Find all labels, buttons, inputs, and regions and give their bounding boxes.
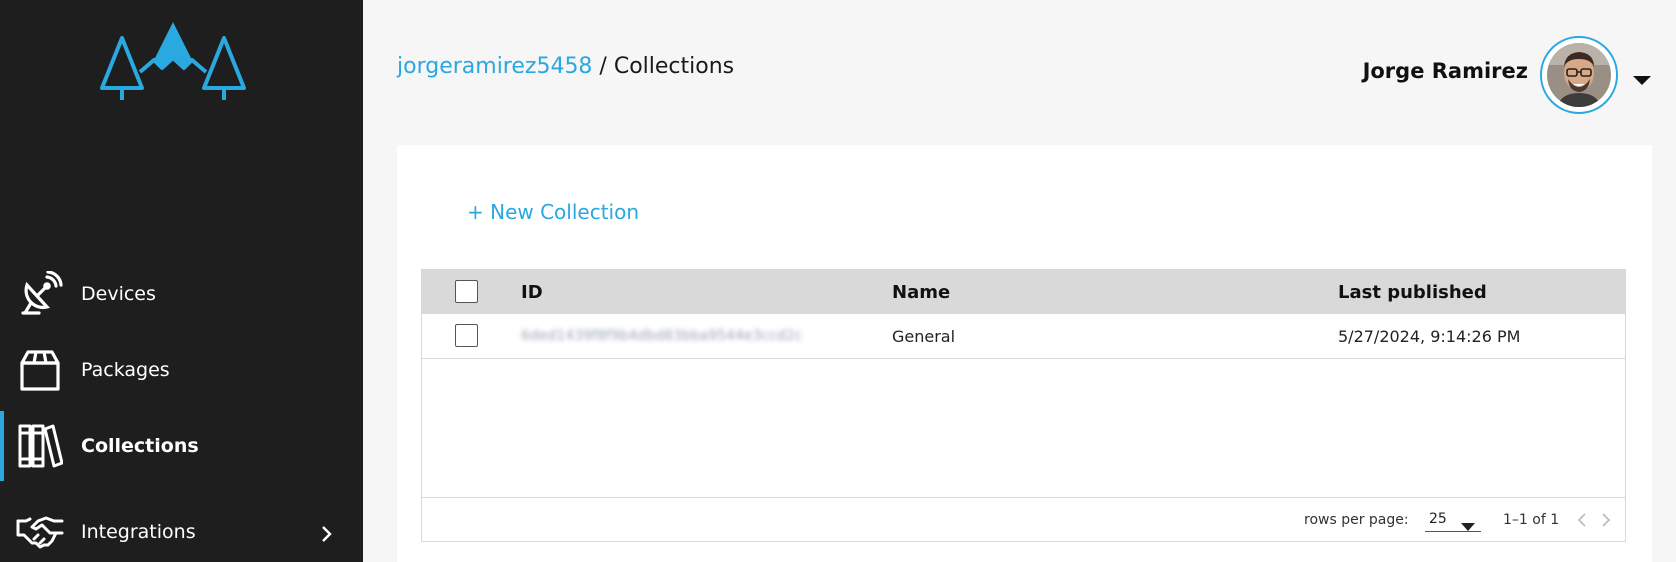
avatar-image — [1547, 43, 1611, 107]
box-icon — [16, 346, 64, 394]
column-header-id[interactable]: ID — [521, 282, 543, 303]
breadcrumb: jorgeramirez5458 / Collections — [397, 54, 734, 79]
rows-per-page-value: 25 — [1429, 511, 1447, 527]
column-header-last-published[interactable]: Last published — [1338, 282, 1487, 303]
caret-down-icon — [1461, 516, 1475, 535]
breadcrumb-separator: / — [592, 54, 614, 79]
rows-per-page-label: rows per page: — [1304, 512, 1409, 528]
collections-card: + New Collection ID Name Last published … — [397, 145, 1652, 562]
new-collection-button[interactable]: + New Collection — [467, 200, 639, 224]
sidebar-item-devices[interactable]: Devices — [0, 259, 363, 329]
row-checkbox[interactable] — [455, 324, 478, 347]
user-menu-caret-icon[interactable] — [1631, 72, 1653, 86]
breadcrumb-current: Collections — [613, 54, 735, 79]
table-header: ID Name Last published — [422, 270, 1625, 314]
next-page-icon[interactable] — [1598, 511, 1614, 529]
avatar[interactable] — [1540, 36, 1618, 114]
collection-name[interactable]: General — [892, 327, 955, 346]
sidebar-item-label: Collections — [81, 435, 199, 457]
satellite-dish-icon — [16, 270, 64, 318]
handshake-icon — [16, 509, 64, 557]
breadcrumb-user-link[interactable]: jorgeramirez5458 — [397, 54, 592, 79]
books-icon — [16, 422, 64, 470]
sidebar-item-collections[interactable]: Collections — [0, 411, 363, 481]
collection-last-published: 5/27/2024, 9:14:26 PM — [1338, 327, 1521, 346]
sidebar-item-label: Packages — [81, 359, 170, 381]
sidebar-item-packages[interactable]: Packages — [0, 335, 363, 405]
select-all-checkbox[interactable] — [455, 280, 478, 303]
mountains-trees-logo[interactable] — [100, 20, 260, 106]
user-name[interactable]: Jorge Ramirez — [1363, 59, 1528, 83]
collection-id: 6ded1439f8f9b4dbd83bba9544e3ccd2c — [521, 328, 803, 344]
rows-per-page-select[interactable]: 25 — [1425, 508, 1481, 532]
table-pagination: rows per page: 25 1–1 of 1 — [422, 497, 1625, 541]
column-header-name[interactable]: Name — [892, 282, 950, 303]
collections-table: ID Name Last published 6ded1439f8f9b4dbd… — [421, 269, 1626, 542]
pagination-range: 1–1 of 1 — [1503, 512, 1560, 528]
sidebar-item-integrations[interactable]: Integrations — [0, 507, 363, 562]
previous-page-icon[interactable] — [1574, 511, 1590, 529]
table-row[interactable]: 6ded1439f8f9b4dbd83bba9544e3ccd2c Genera… — [422, 314, 1625, 359]
sidebar: Devices Packages Collections Integration… — [0, 0, 363, 562]
sidebar-item-label: Integrations — [81, 521, 196, 543]
chevron-right-icon[interactable] — [321, 525, 333, 547]
sidebar-item-label: Devices — [81, 283, 156, 305]
